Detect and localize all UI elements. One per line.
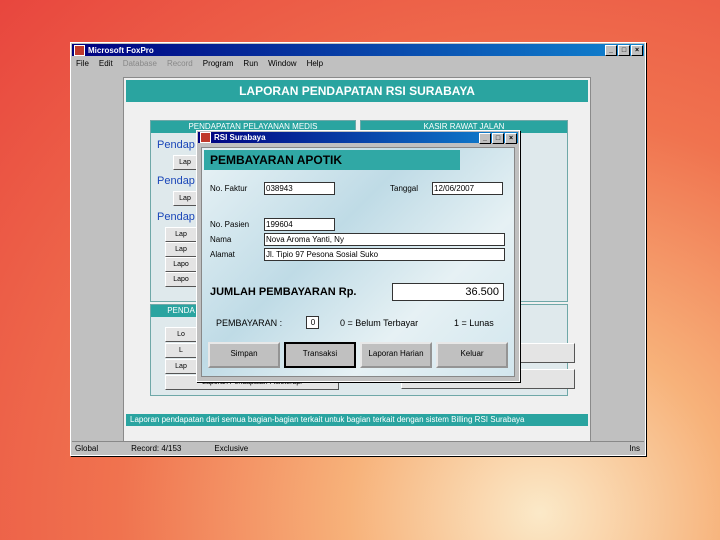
maximize-button[interactable]: □ bbox=[618, 45, 630, 56]
menu-record[interactable]: Record bbox=[167, 59, 193, 68]
lap-button-9[interactable]: Lap bbox=[165, 359, 197, 374]
pendapatan-label-2: Pendap bbox=[157, 175, 195, 187]
close-button[interactable]: × bbox=[631, 45, 643, 56]
status-ins: Ins bbox=[629, 443, 640, 453]
lap-button-5[interactable]: Lapo bbox=[165, 257, 197, 272]
alamat-label: Alamat bbox=[210, 250, 235, 259]
nama-label: Nama bbox=[210, 235, 232, 244]
lap-button-1[interactable]: Lap bbox=[173, 155, 197, 170]
status-record: Record: 4/153 bbox=[131, 443, 182, 453]
keluar-button[interactable]: Keluar bbox=[436, 342, 508, 368]
foxpro-icon bbox=[74, 44, 85, 56]
status-global: Global bbox=[75, 443, 99, 453]
menu-bar: File Edit Database Record Program Run Wi… bbox=[72, 57, 644, 69]
pasien-field[interactable]: 199604 bbox=[264, 218, 335, 231]
total-field[interactable]: 36.500 bbox=[392, 283, 504, 301]
faktur-label: No. Faktur bbox=[210, 184, 248, 193]
dialog-icon bbox=[200, 132, 211, 143]
lap-button-3[interactable]: Lap bbox=[165, 227, 197, 242]
pembayaran-apotik-dialog: RSI Surabaya _ □ × PEMBAYARAN APOTIK No.… bbox=[196, 130, 520, 382]
pendapatan-label-3: Pendap bbox=[157, 211, 195, 223]
pendapatan-label-1: Pendap bbox=[157, 139, 195, 151]
menu-help[interactable]: Help bbox=[307, 59, 323, 68]
menu-edit[interactable]: Edit bbox=[99, 59, 113, 68]
menu-program[interactable]: Program bbox=[203, 59, 234, 68]
faktur-field[interactable]: 038943 bbox=[264, 182, 335, 195]
dialog-close-button[interactable]: × bbox=[505, 133, 517, 144]
lap-button-6[interactable]: Lapo bbox=[165, 272, 197, 287]
total-label: JUMLAH PEMBAYARAN Rp. bbox=[210, 286, 357, 298]
legend-belum: 0 = Belum Terbayar bbox=[340, 318, 419, 328]
pembayaran-label: PEMBAYARAN : bbox=[216, 318, 283, 328]
menu-window[interactable]: Window bbox=[268, 59, 296, 68]
status-exclusive: Exclusive bbox=[214, 443, 249, 453]
transaksi-button[interactable]: Transaksi bbox=[284, 342, 356, 368]
report-footer: Laporan pendapatan dari semua bagian-bag… bbox=[126, 414, 588, 426]
menu-file[interactable]: File bbox=[76, 59, 89, 68]
pasien-label: No. Pasien bbox=[210, 220, 250, 229]
alamat-field[interactable]: Jl. Tipio 97 Pesona Sosial Suko bbox=[264, 248, 505, 261]
dialog-titlebar: RSI Surabaya _ □ × bbox=[198, 132, 518, 144]
dialog-heading: PEMBAYARAN APOTIK bbox=[204, 150, 460, 170]
tanggal-field[interactable]: 12/06/2007 bbox=[432, 182, 503, 195]
report-title: LAPORAN PENDAPATAN RSI SURABAYA bbox=[126, 80, 588, 102]
menu-database[interactable]: Database bbox=[123, 59, 157, 68]
lap-button-7[interactable]: Lo bbox=[165, 327, 197, 342]
app-titlebar: Microsoft FoxPro _ □ × bbox=[72, 44, 644, 56]
status-bar: Global Record: 4/153 Exclusive Ins bbox=[72, 441, 644, 454]
app-title: Microsoft FoxPro bbox=[88, 45, 154, 55]
nama-field[interactable]: Nova Aroma Yanti, Ny bbox=[264, 233, 505, 246]
dialog-title: RSI Surabaya bbox=[214, 133, 266, 142]
simpan-button[interactable]: Simpan bbox=[208, 342, 280, 368]
laporan-harian-button[interactable]: Laporan Harian bbox=[360, 342, 432, 368]
menu-run[interactable]: Run bbox=[243, 59, 258, 68]
tanggal-label: Tanggal bbox=[390, 184, 419, 193]
lap-button-2[interactable]: Lap bbox=[173, 191, 197, 206]
minimize-button[interactable]: _ bbox=[605, 45, 617, 56]
lap-button-8[interactable]: L bbox=[165, 343, 197, 358]
legend-lunas: 1 = Lunas bbox=[454, 318, 494, 328]
dialog-minimize-button[interactable]: _ bbox=[479, 133, 491, 144]
pembayaran-field[interactable]: 0 bbox=[306, 316, 319, 329]
lap-button-4[interactable]: Lap bbox=[165, 242, 197, 257]
dialog-body: PEMBAYARAN APOTIK No. Faktur 038943 Tang… bbox=[201, 147, 515, 377]
dialog-maximize-button[interactable]: □ bbox=[492, 133, 504, 144]
